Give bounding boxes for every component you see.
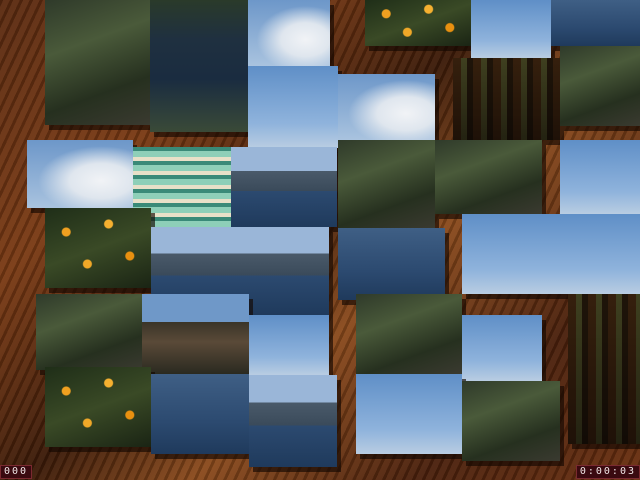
puzzle-piece[interactable] <box>568 294 640 444</box>
puzzle-piece[interactable] <box>338 140 435 228</box>
puzzle-board[interactable] <box>0 0 640 480</box>
puzzle-piece[interactable] <box>435 140 542 214</box>
moves-counter: 000 <box>0 465 33 479</box>
puzzle-piece[interactable] <box>231 147 337 227</box>
puzzle-piece[interactable] <box>248 0 330 66</box>
puzzle-piece[interactable] <box>248 66 338 148</box>
puzzle-piece[interactable] <box>36 294 142 370</box>
puzzle-piece[interactable] <box>249 315 329 375</box>
puzzle-piece[interactable] <box>560 140 640 214</box>
puzzle-piece[interactable] <box>471 0 551 58</box>
puzzle-piece[interactable] <box>45 208 151 288</box>
puzzle-piece[interactable] <box>45 367 151 447</box>
puzzle-piece[interactable] <box>27 140 133 208</box>
puzzle-piece[interactable] <box>150 0 248 132</box>
puzzle-piece[interactable] <box>462 381 560 461</box>
elapsed-timer: 0:00:03 <box>575 465 640 479</box>
puzzle-piece[interactable] <box>560 46 640 126</box>
puzzle-piece[interactable] <box>551 0 640 46</box>
puzzle-piece[interactable] <box>462 315 542 381</box>
puzzle-piece[interactable] <box>462 214 640 294</box>
puzzle-piece[interactable] <box>151 374 249 454</box>
puzzle-piece[interactable] <box>356 294 462 374</box>
puzzle-piece[interactable] <box>45 0 150 125</box>
puzzle-piece[interactable] <box>338 228 445 300</box>
puzzle-piece[interactable] <box>338 74 435 140</box>
puzzle-piece[interactable] <box>453 58 560 140</box>
puzzle-piece[interactable] <box>356 374 462 454</box>
puzzle-piece[interactable] <box>142 294 249 374</box>
puzzle-piece[interactable] <box>249 375 337 467</box>
puzzle-piece[interactable] <box>365 0 471 46</box>
